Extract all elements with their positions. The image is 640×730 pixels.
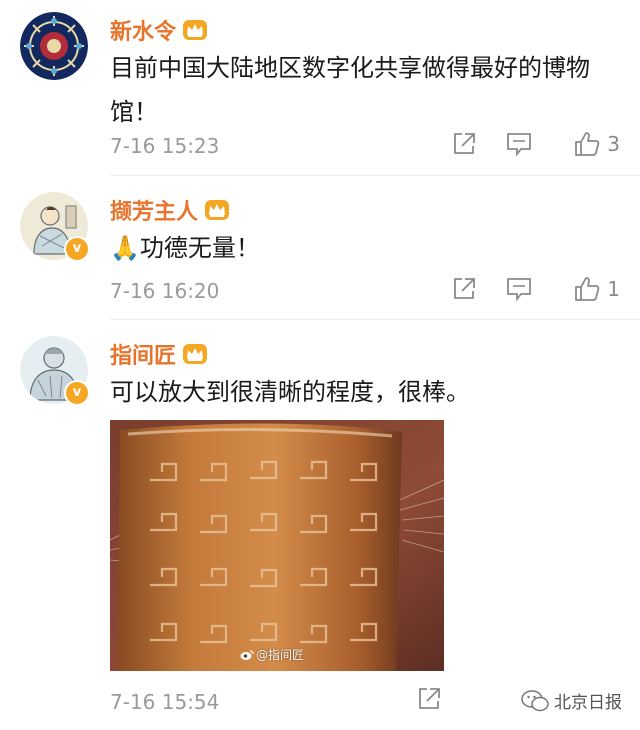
- jade-cong-photo: [110, 420, 444, 671]
- username[interactable]: 新水令: [110, 14, 208, 46]
- thumb-up-icon: [575, 277, 600, 301]
- wechat-icon: [521, 689, 549, 711]
- reply-icon: [507, 133, 532, 157]
- comment-text: 目前中国大陆地区数字化共享做得最好的博物馆！: [110, 54, 590, 126]
- username-label: 撷芳主人: [110, 200, 199, 225]
- timestamp: 7-16 15:23: [110, 134, 220, 158]
- comment-text: 🙏功德无量！: [110, 234, 260, 262]
- timestamp: 7-16 16:20: [110, 279, 220, 303]
- avatar[interactable]: [20, 12, 88, 80]
- crown-icon: [183, 20, 208, 40]
- share-icon: [454, 133, 476, 154]
- share-button[interactable]: [416, 686, 442, 712]
- share-icon: [419, 688, 440, 709]
- username[interactable]: 指间匠: [110, 338, 208, 370]
- thumb-up-icon: [575, 132, 600, 156]
- like-button[interactable]: 3: [573, 130, 620, 158]
- divider: [110, 319, 640, 320]
- share-icon: [454, 278, 476, 299]
- username-label: 新水令: [110, 20, 177, 45]
- like-button[interactable]: 1: [573, 275, 620, 303]
- share-button[interactable]: [451, 131, 477, 157]
- crown-icon: [183, 344, 208, 364]
- username-label: 指间匠: [110, 344, 177, 369]
- avatar-image: [20, 12, 88, 80]
- avatar[interactable]: v: [20, 336, 90, 406]
- reply-icon: [507, 278, 532, 302]
- source-name: 北京日报: [554, 693, 622, 713]
- like-count: 3: [607, 132, 620, 156]
- divider: [110, 175, 640, 176]
- timestamp: 7-16 15:54: [110, 690, 220, 714]
- source-logo: 北京日报: [520, 688, 622, 713]
- reply-button[interactable]: [505, 276, 533, 302]
- image-watermark: @指间匠: [240, 646, 304, 663]
- comment-image[interactable]: @指间匠: [110, 420, 444, 671]
- like-count: 1: [607, 277, 620, 301]
- watermark-text: @指间匠: [256, 648, 305, 662]
- share-button[interactable]: [451, 276, 477, 302]
- action-bar: 3: [451, 130, 620, 158]
- comment-text: 可以放大到很清晰的程度，很棒。: [110, 378, 470, 406]
- username[interactable]: 撷芳主人: [110, 194, 230, 226]
- action-bar: 1: [451, 275, 620, 303]
- avatar[interactable]: v: [20, 192, 90, 262]
- verified-badge-icon: v: [64, 380, 90, 406]
- crown-icon: [205, 200, 230, 220]
- weibo-icon: [240, 649, 254, 660]
- verified-badge-icon: v: [64, 236, 90, 262]
- action-bar: [416, 686, 470, 712]
- reply-button[interactable]: [505, 131, 533, 157]
